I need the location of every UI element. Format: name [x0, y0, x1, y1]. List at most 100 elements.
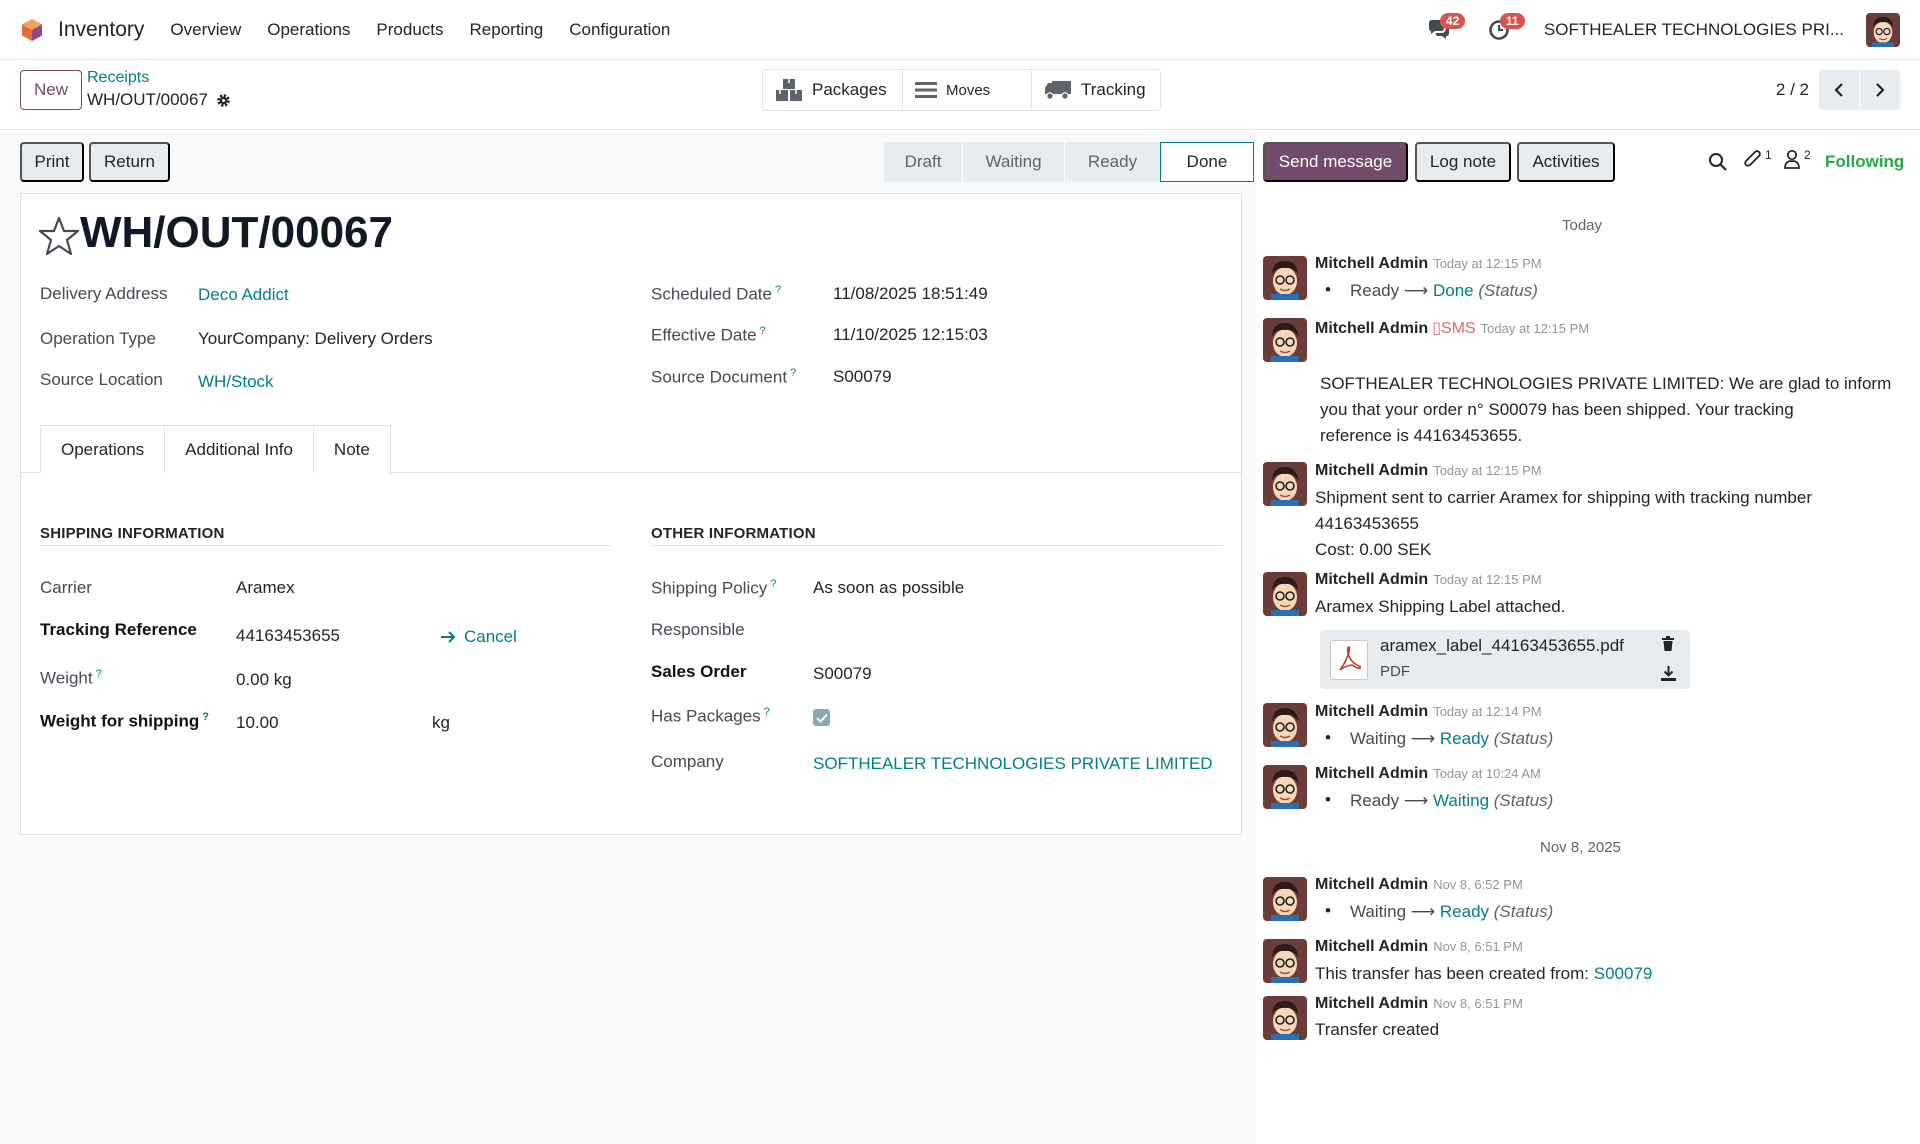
help-tooltip-icon[interactable]: ?	[764, 706, 770, 718]
log-note-button[interactable]: Log note	[1415, 142, 1511, 182]
status-draft[interactable]: Draft	[884, 142, 962, 182]
delivery-address-field[interactable]: Deco Addict	[198, 285, 289, 305]
shipping-policy-field[interactable]: As soon as possible	[813, 578, 964, 598]
help-tooltip-icon[interactable]: ?	[96, 668, 102, 680]
old-value: Ready	[1350, 791, 1400, 810]
moves-label: Moves	[946, 81, 991, 99]
notebook-tabs: Operations Additional Info Note	[40, 425, 391, 473]
avatar-image	[1263, 939, 1307, 983]
message-author: Mitchell Admin Today at 12:15 PM	[1315, 462, 1542, 480]
message-body-line: Shipment sent to carrier Aramex for ship…	[1315, 488, 1813, 507]
record-title[interactable]: WH/OUT/00067	[80, 208, 393, 258]
cancel-shipment-button[interactable]: Cancel	[440, 627, 517, 647]
source-document-field[interactable]: S00079	[833, 367, 892, 387]
tracking-smart-button[interactable]: Tracking	[1032, 70, 1160, 110]
source-order-link[interactable]: S00079	[1594, 964, 1653, 983]
message-avatar[interactable]	[1263, 996, 1307, 1040]
message-avatar[interactable]	[1263, 703, 1307, 747]
message-avatar[interactable]	[1263, 256, 1307, 300]
message-author-name[interactable]: Mitchell Admin	[1315, 462, 1428, 479]
message-avatar[interactable]	[1263, 765, 1307, 809]
company-switcher[interactable]: SOFTHEALER TECHNOLOGIES PRI...	[1544, 20, 1844, 40]
avatar-image	[1263, 572, 1307, 616]
help-tooltip-icon[interactable]: ?	[202, 711, 209, 723]
carrier-label: Carrier	[40, 578, 92, 597]
message-author-name[interactable]: Mitchell Admin	[1315, 320, 1428, 337]
messaging-menu[interactable]: 42	[1424, 13, 1466, 45]
status-waiting[interactable]: Waiting	[962, 142, 1064, 182]
weight-for-shipping-label-text: Weight for shipping	[40, 711, 200, 731]
odoo-inventory-logo[interactable]	[20, 18, 44, 42]
pager-value[interactable]: 2 / 2	[1776, 80, 1809, 100]
field-name: (Status)	[1478, 281, 1538, 300]
user-avatar[interactable]	[1866, 13, 1900, 47]
message-avatar[interactable]	[1263, 877, 1307, 921]
star-icon[interactable]	[38, 216, 80, 256]
activities-button[interactable]: Activities	[1517, 142, 1615, 182]
message-author: Mitchell Admin Nov 8, 6:51 PM	[1315, 938, 1523, 956]
menu-reporting[interactable]: Reporting	[470, 20, 544, 40]
message-time: Nov 8, 6:52 PM	[1433, 877, 1523, 892]
company-field[interactable]: SOFTHEALER TECHNOLOGIES PRIVATE LIMITED	[813, 754, 1213, 774]
date-separator-today: Today	[1562, 217, 1603, 234]
attachments-button[interactable]: 1	[1743, 148, 1772, 170]
return-button[interactable]: Return	[89, 142, 170, 182]
attachment-card[interactable]: aramex_label_44163453655.pdf PDF	[1320, 630, 1690, 689]
message-author-name[interactable]: Mitchell Admin	[1315, 255, 1428, 272]
help-tooltip-icon[interactable]: ?	[770, 578, 776, 590]
download-icon[interactable]	[1661, 666, 1676, 681]
scheduled-date-field[interactable]: 11/08/2025 18:51:49	[833, 284, 988, 304]
new-button[interactable]: New	[20, 70, 82, 110]
sales-order-field[interactable]: S00079	[813, 664, 872, 684]
message-author-name[interactable]: Mitchell Admin	[1315, 995, 1428, 1012]
trash-icon[interactable]	[1661, 636, 1675, 652]
message-avatar[interactable]	[1263, 318, 1307, 362]
search-icon[interactable]	[1708, 152, 1728, 172]
weight-label: Weight?	[40, 668, 102, 689]
source-location-field[interactable]: WH/Stock	[198, 372, 274, 392]
help-tooltip-icon[interactable]: ?	[760, 325, 766, 337]
sms-label: SMS	[1441, 320, 1476, 337]
pager-next-button[interactable]	[1860, 70, 1900, 110]
message-avatar[interactable]	[1263, 939, 1307, 983]
message-author-name[interactable]: Mitchell Admin	[1315, 765, 1428, 782]
weight-for-shipping-field[interactable]: 10.00	[236, 713, 279, 733]
tab-operations[interactable]: Operations	[40, 425, 166, 473]
user-avatar-image	[1866, 13, 1900, 47]
help-tooltip-icon[interactable]: ?	[790, 367, 796, 379]
send-message-button[interactable]: Send message	[1263, 142, 1408, 182]
status-ready[interactable]: Ready	[1064, 142, 1160, 182]
status-done[interactable]: Done	[1160, 142, 1254, 182]
tab-note[interactable]: Note	[312, 425, 391, 473]
print-button[interactable]: Print	[20, 142, 84, 182]
message-author-name[interactable]: Mitchell Admin	[1315, 571, 1428, 588]
new-value: Ready	[1439, 729, 1490, 748]
help-tooltip-icon[interactable]: ?	[775, 284, 781, 296]
following-button[interactable]: Following	[1825, 152, 1904, 172]
gear-icon[interactable]	[216, 93, 231, 108]
chevron-right-icon	[1876, 83, 1885, 97]
menu-configuration[interactable]: Configuration	[569, 20, 670, 40]
carrier-field[interactable]: Aramex	[236, 578, 295, 598]
shipping-section-title: SHIPPING INFORMATION	[40, 525, 225, 542]
menu-products[interactable]: Products	[376, 20, 443, 40]
tab-additional-info[interactable]: Additional Info	[164, 425, 314, 473]
operation-type-field[interactable]: YourCompany: Delivery Orders	[198, 329, 433, 349]
message-avatar[interactable]	[1263, 462, 1307, 506]
pager-previous-button[interactable]	[1819, 70, 1859, 110]
activity-menu[interactable]: 11	[1484, 13, 1525, 45]
chevron-left-icon	[1834, 83, 1843, 97]
message-author-name[interactable]: Mitchell Admin	[1315, 876, 1428, 893]
menu-operations[interactable]: Operations	[267, 20, 350, 40]
bullet: •	[1325, 790, 1331, 809]
message-author-name[interactable]: Mitchell Admin	[1315, 703, 1428, 720]
followers-button[interactable]: 2	[1783, 148, 1811, 170]
menu-overview[interactable]: Overview	[170, 20, 241, 40]
breadcrumb-receipts[interactable]: Receipts	[87, 69, 149, 87]
app-name[interactable]: Inventory	[58, 18, 144, 42]
tracking-reference-field[interactable]: 44163453655	[236, 626, 340, 646]
message-author-name[interactable]: Mitchell Admin	[1315, 938, 1428, 955]
moves-smart-button[interactable]: Moves	[903, 70, 1032, 110]
packages-smart-button[interactable]: Packages	[763, 70, 903, 110]
message-avatar[interactable]	[1263, 572, 1307, 616]
